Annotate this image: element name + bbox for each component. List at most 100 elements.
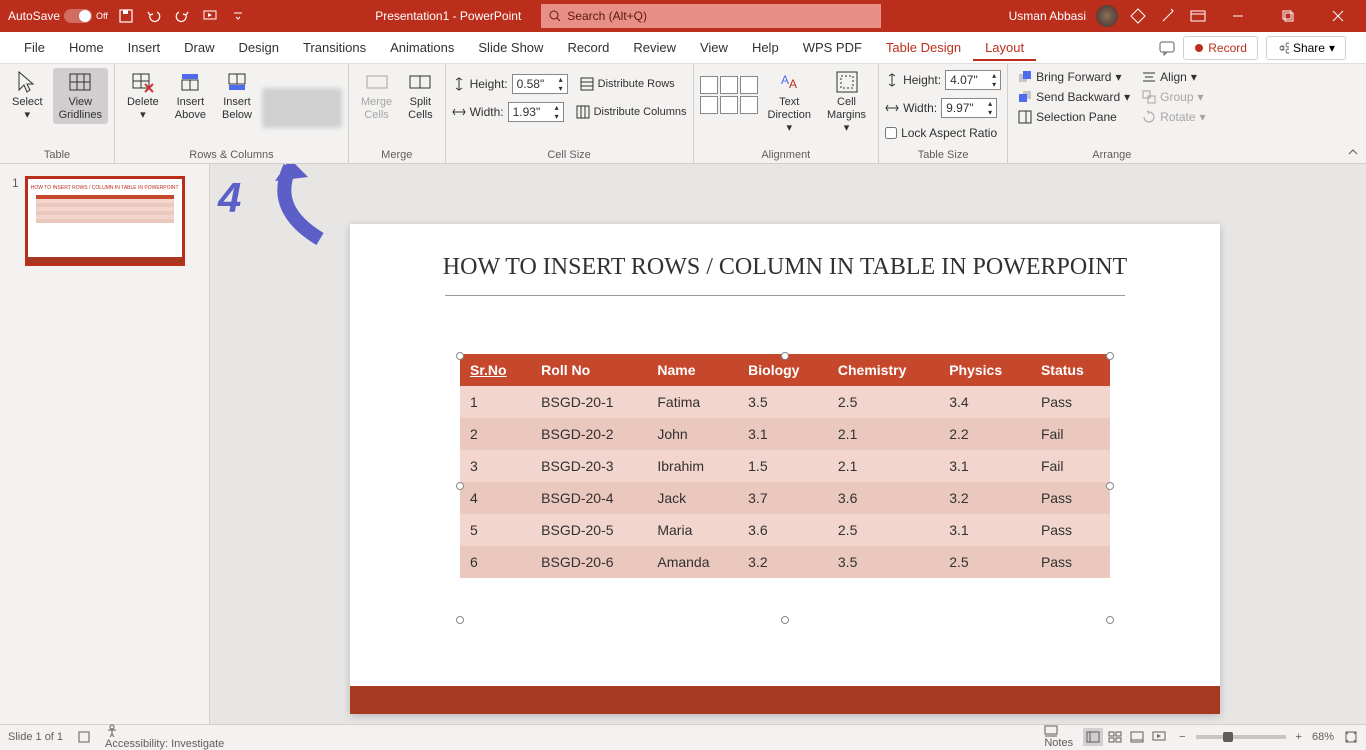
cell-width-input[interactable]: 1.93"▴▾ <box>508 102 564 122</box>
bring-forward[interactable]: Bring Forward▾ <box>1014 68 1134 86</box>
table-cell[interactable]: Pass <box>1031 514 1110 546</box>
tab-help[interactable]: Help <box>740 34 791 61</box>
table-width-input[interactable]: 9.97"▴▾ <box>941 98 997 118</box>
table-cell[interactable]: 3.2 <box>738 546 828 578</box>
view-gridlines-button[interactable]: View Gridlines <box>53 68 108 124</box>
tab-view[interactable]: View <box>688 34 740 61</box>
selection-handle[interactable] <box>456 352 464 360</box>
distribute-columns[interactable]: Distribute Columns <box>594 106 687 118</box>
search-box[interactable]: Search (Alt+Q) <box>541 4 881 28</box>
comments-icon[interactable] <box>1159 40 1175 56</box>
tab-review[interactable]: Review <box>621 34 688 61</box>
lock-aspect-ratio[interactable]: Lock Aspect Ratio <box>885 126 997 140</box>
table-cell[interactable]: 3.5 <box>738 386 828 418</box>
diamond-icon[interactable] <box>1128 6 1148 26</box>
table-row[interactable]: 5BSGD-20-5Maria3.62.53.1Pass <box>460 514 1110 546</box>
record-button[interactable]: Record <box>1183 36 1258 60</box>
table-cell[interactable]: 2 <box>460 418 531 450</box>
table-cell[interactable]: 2.2 <box>939 418 1031 450</box>
zoom-out-button[interactable]: − <box>1179 731 1185 743</box>
data-table[interactable]: Sr.NoRoll NoNameBiologyChemistryPhysicsS… <box>460 354 1110 578</box>
selection-handle[interactable] <box>781 352 789 360</box>
table-cell[interactable]: BSGD-20-3 <box>531 450 647 482</box>
selection-handle[interactable] <box>1106 616 1114 624</box>
tab-slide-show[interactable]: Slide Show <box>466 34 555 61</box>
table-cell[interactable]: 2.5 <box>939 546 1031 578</box>
selection-handle[interactable] <box>456 616 464 624</box>
slideshow-icon[interactable] <box>200 6 220 26</box>
tab-layout[interactable]: Layout <box>973 34 1036 61</box>
table-cell[interactable]: Pass <box>1031 386 1110 418</box>
table-cell[interactable]: Ibrahim <box>647 450 738 482</box>
table-header[interactable]: Chemistry <box>828 354 939 386</box>
table-header[interactable]: Name <box>647 354 738 386</box>
text-direction-button[interactable]: AA Text Direction▾ <box>762 68 817 138</box>
table-cell[interactable]: 2.1 <box>828 418 939 450</box>
table-cell[interactable]: BSGD-20-5 <box>531 514 647 546</box>
table-cell[interactable]: Fatima <box>647 386 738 418</box>
selection-handle[interactable] <box>1106 482 1114 490</box>
align-menu[interactable]: Align▾ <box>1138 68 1209 86</box>
tab-animations[interactable]: Animations <box>378 34 466 61</box>
fit-to-window-button[interactable] <box>1344 730 1358 744</box>
table-cell[interactable]: 3.1 <box>939 450 1031 482</box>
table-cell[interactable]: 3 <box>460 450 531 482</box>
table-header[interactable]: Roll No <box>531 354 647 386</box>
close-button[interactable] <box>1318 0 1358 32</box>
selection-handle[interactable] <box>781 616 789 624</box>
minimize-button[interactable] <box>1218 0 1258 32</box>
autosave-toggle[interactable]: AutoSave Off <box>8 9 108 23</box>
undo-icon[interactable] <box>144 6 164 26</box>
align-center-button[interactable] <box>720 76 738 94</box>
sorter-view-button[interactable] <box>1105 728 1125 746</box>
selection-pane[interactable]: Selection Pane <box>1014 108 1134 126</box>
table-header[interactable]: Status <box>1031 354 1110 386</box>
table-cell[interactable]: 3.7 <box>738 482 828 514</box>
table-row[interactable]: 6BSGD-20-6Amanda3.23.52.5Pass <box>460 546 1110 578</box>
table-cell[interactable]: BSGD-20-4 <box>531 482 647 514</box>
table-cell[interactable]: 3.4 <box>939 386 1031 418</box>
tab-file[interactable]: File <box>12 34 57 61</box>
table-cell[interactable]: Jack <box>647 482 738 514</box>
tab-home[interactable]: Home <box>57 34 116 61</box>
table-cell[interactable]: Maria <box>647 514 738 546</box>
insert-above-button[interactable]: Insert Above <box>169 68 212 124</box>
table-header[interactable]: Physics <box>939 354 1031 386</box>
share-button[interactable]: Share▾ <box>1266 36 1346 60</box>
table-cell[interactable]: 3.6 <box>828 482 939 514</box>
qat-more-icon[interactable] <box>228 6 248 26</box>
selection-handle[interactable] <box>1106 352 1114 360</box>
table-cell[interactable]: John <box>647 418 738 450</box>
align-bottom-button[interactable] <box>740 96 758 114</box>
reading-view-button[interactable] <box>1127 728 1147 746</box>
table-cell[interactable]: Pass <box>1031 546 1110 578</box>
table-cell[interactable]: 3.2 <box>939 482 1031 514</box>
accessibility-status[interactable]: Accessibility: Investigate <box>105 724 224 750</box>
table-cell[interactable]: 1 <box>460 386 531 418</box>
split-cells-button[interactable]: Split Cells <box>402 68 438 124</box>
table-cell[interactable]: 5 <box>460 514 531 546</box>
table-header[interactable]: Sr.No <box>460 354 531 386</box>
table-cell[interactable]: 2.5 <box>828 386 939 418</box>
zoom-slider[interactable] <box>1196 735 1286 739</box>
table-cell[interactable]: 6 <box>460 546 531 578</box>
tab-record[interactable]: Record <box>555 34 621 61</box>
collapse-ribbon-icon[interactable] <box>1346 145 1360 159</box>
ribbon-mode-icon[interactable] <box>1188 6 1208 26</box>
zoom-level[interactable]: 68% <box>1312 731 1334 743</box>
redo-icon[interactable] <box>172 6 192 26</box>
notes-button[interactable]: Notes <box>1044 725 1073 749</box>
align-middle-button[interactable] <box>720 96 738 114</box>
align-left-button[interactable] <box>700 76 718 94</box>
slide-canvas[interactable]: 4 HOW TO INSERT ROWS / COLUMN IN TABLE I… <box>210 164 1366 724</box>
table-row[interactable]: 4BSGD-20-4Jack3.73.63.2Pass <box>460 482 1110 514</box>
avatar[interactable] <box>1096 5 1118 27</box>
table-cell[interactable]: Amanda <box>647 546 738 578</box>
table-cell[interactable]: Fail <box>1031 418 1110 450</box>
table-cell[interactable]: BSGD-20-6 <box>531 546 647 578</box>
maximize-button[interactable] <box>1268 0 1308 32</box>
wand-icon[interactable] <box>1158 6 1178 26</box>
align-top-button[interactable] <box>700 96 718 114</box>
tab-wps-pdf[interactable]: WPS PDF <box>791 34 874 61</box>
selection-handle[interactable] <box>456 482 464 490</box>
